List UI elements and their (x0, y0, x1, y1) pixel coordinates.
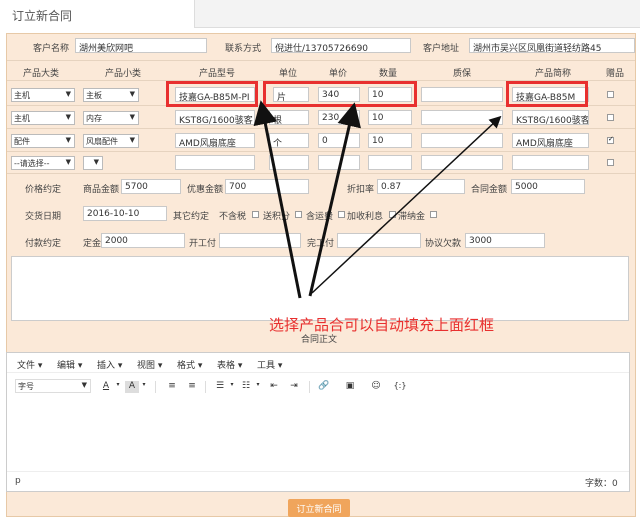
emoji-icon[interactable]: ☺ (369, 381, 383, 393)
link-icon[interactable]: 🔗 (317, 381, 331, 393)
numbered-list-dropdown-icon[interactable]: ▾ (251, 381, 265, 393)
bullet-list-dropdown-icon[interactable]: ▾ (225, 381, 239, 393)
arrow-to-model (253, 100, 302, 299)
align-center-icon[interactable]: ≡ (185, 381, 199, 393)
menu-view[interactable]: 视图 ▾ (137, 358, 162, 371)
editor-content-area[interactable] (7, 399, 629, 469)
editor-statusbar: p 字数：0 (7, 471, 629, 491)
menu-tools[interactable]: 工具 ▾ (257, 358, 282, 371)
word-count: 字数：0 (585, 479, 618, 489)
align-left-icon[interactable]: ≡ (165, 381, 179, 393)
font-size-select[interactable]: 字号 ▼ (15, 379, 91, 393)
arrow-to-price (308, 102, 361, 297)
arrow-to-short-name (311, 115, 502, 294)
menu-file[interactable]: 文件 ▾ (17, 358, 42, 371)
indent-icon[interactable]: ⇥ (287, 381, 301, 393)
menu-table[interactable]: 表格 ▾ (217, 358, 242, 371)
menu-insert[interactable]: 插入 ▾ (97, 358, 122, 371)
menu-edit[interactable]: 编辑 ▾ (57, 358, 82, 371)
submit-contract-button[interactable]: 订立新合同 (288, 499, 350, 517)
editor-toolbar: 字号 ▼ A ▾ A ▾ ≡ ≡ ☰ ▾ ☷ ▾ ⇤ ⇥ 🔗 ▣ ☺ {:} (7, 377, 629, 397)
bg-color-dropdown-icon[interactable]: ▾ (137, 381, 151, 393)
menu-format[interactable]: 格式 ▾ (177, 358, 202, 371)
text-color-dropdown-icon[interactable]: ▾ (111, 381, 125, 393)
image-icon[interactable]: ▣ (343, 381, 357, 393)
editor-menubar: 文件 ▾ 编辑 ▾ 插入 ▾ 视图 ▾ 格式 ▾ 表格 ▾ 工具 ▾ (7, 353, 629, 373)
outdent-icon[interactable]: ⇤ (267, 381, 281, 393)
code-icon[interactable]: {:} (393, 381, 407, 393)
rich-text-editor: 文件 ▾ 编辑 ▾ 插入 ▾ 视图 ▾ 格式 ▾ 表格 ▾ 工具 ▾ 字号 ▼ A… (6, 352, 630, 492)
editor-path: p (15, 476, 21, 486)
